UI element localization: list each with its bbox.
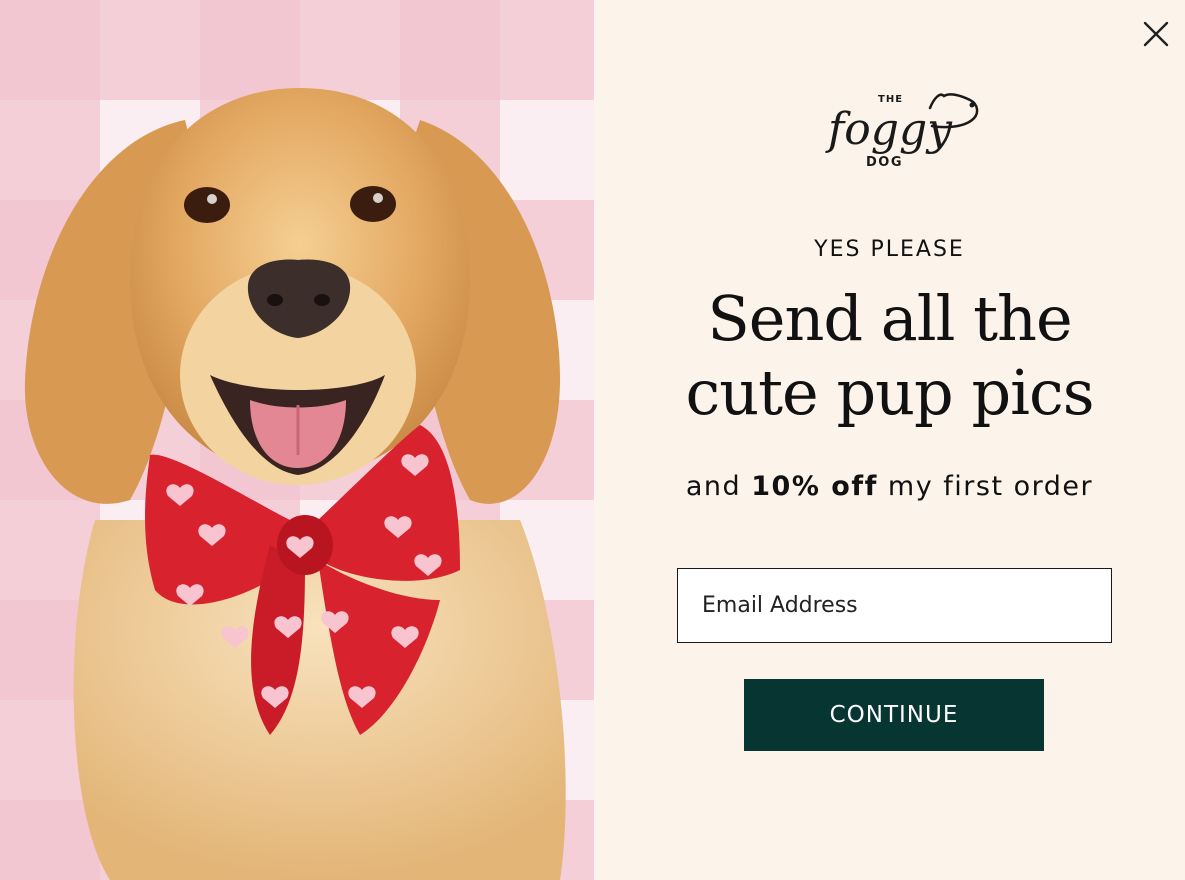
svg-text:foggy: foggy [825,104,953,155]
logo-mark: foggy THE DOG [825,93,979,170]
offer-text: and 10% off my first order [594,471,1185,502]
offer-text-post: my first order [877,471,1094,502]
email-input[interactable] [677,568,1112,643]
eyebrow-text: YES PLEASE [814,237,965,262]
offer-discount: 10% off [751,471,878,502]
headline-line-2: cute pup pics [685,356,1094,429]
headline: Send all the cute pup pics [594,282,1185,430]
close-icon [1143,21,1169,47]
svg-text:THE: THE [878,94,903,105]
offer-text-pre: and [685,471,752,502]
signup-panel: foggy THE DOG YES PLEASE Send all the cu… [594,0,1185,880]
close-button[interactable] [1140,18,1172,50]
foggy-dog-logo: foggy THE DOG [822,78,982,174]
headline-line-1: Send all the [707,282,1072,355]
continue-button[interactable]: CONTINUE [744,679,1044,751]
dog-photo [0,0,594,880]
svg-text:DOG: DOG [866,155,903,170]
signup-modal: foggy THE DOG YES PLEASE Send all the cu… [0,0,1185,880]
dog-photo-illustration [0,0,594,880]
